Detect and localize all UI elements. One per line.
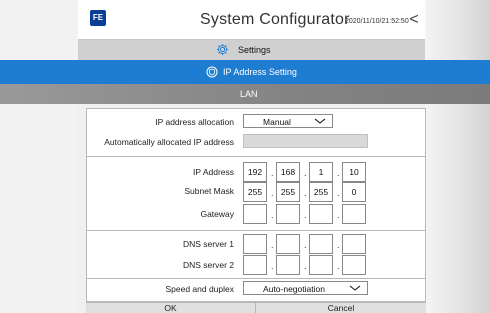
subnet-mask-octet-2[interactable]: 255 — [276, 182, 300, 202]
octet-separator: . — [337, 240, 340, 250]
dns1-octet-3[interactable] — [309, 234, 333, 254]
dns1-octet-1[interactable] — [243, 234, 267, 254]
app-title: System Configurator — [200, 11, 350, 28]
divider — [87, 156, 425, 157]
allocation-value: Manual — [263, 117, 291, 127]
ip-address-octet-3[interactable]: 1 — [309, 162, 333, 182]
subnet-mask-octet-1[interactable]: 255 — [243, 182, 267, 202]
subnet-mask-octet-4[interactable]: 0 — [342, 182, 366, 202]
octet-separator: . — [337, 261, 340, 271]
speed-duplex-select[interactable]: Auto-negotiation — [243, 281, 368, 295]
right-background — [425, 0, 490, 313]
dns1-label: DNS server 1 — [182, 239, 234, 249]
octet-separator: . — [337, 168, 340, 178]
octet-separator: . — [271, 168, 274, 178]
cancel-button[interactable]: Cancel — [256, 303, 426, 313]
octet-separator: . — [304, 261, 307, 271]
app-logo: FE — [90, 10, 106, 26]
subnet-mask-octet-3[interactable]: 255 — [309, 182, 333, 202]
auto-ip-field — [243, 134, 368, 148]
octet-separator: . — [337, 210, 340, 220]
dns2-octet-4[interactable] — [342, 255, 366, 275]
octet-separator: . — [304, 240, 307, 250]
settings-label: Settings — [238, 45, 271, 55]
settings-bar[interactable]: Settings — [78, 40, 425, 60]
settings-panel: IP address allocation Manual Automatical… — [86, 108, 426, 302]
dns2-octet-3[interactable] — [309, 255, 333, 275]
ip-address-label: IP Address — [193, 167, 234, 177]
gateway-octet-3[interactable] — [309, 204, 333, 224]
timestamp: 2020/11/10/21:52:50 — [345, 18, 409, 25]
ip-address-setting-bar: IP Address Setting — [0, 60, 490, 84]
divider — [87, 278, 425, 279]
allocation-label: IP address allocation — [155, 117, 234, 127]
gateway-octet-4[interactable] — [342, 204, 366, 224]
allocation-select[interactable]: Manual — [243, 114, 333, 128]
octet-separator: . — [304, 188, 307, 198]
dns1-octet-2[interactable] — [276, 234, 300, 254]
octet-separator: . — [337, 188, 340, 198]
speed-duplex-value: Auto-negotiation — [263, 284, 325, 294]
gear-icon — [217, 44, 228, 55]
octet-separator: . — [304, 210, 307, 220]
ok-button[interactable]: OK — [86, 303, 256, 313]
octet-separator: . — [271, 188, 274, 198]
octet-separator: . — [271, 210, 274, 220]
gateway-octet-1[interactable] — [243, 204, 267, 224]
app-header: FE System Configurator 2020/11/10/21:52:… — [78, 0, 425, 40]
octet-separator: . — [304, 168, 307, 178]
button-bar: OK Cancel — [86, 302, 426, 313]
dns2-label: DNS server 2 — [182, 260, 234, 270]
octet-separator: . — [271, 240, 274, 250]
dns2-octet-1[interactable] — [243, 255, 267, 275]
ip-address-octet-1[interactable]: 192 — [243, 162, 267, 182]
ip-address-octet-4[interactable]: 10 — [342, 162, 366, 182]
left-background — [0, 0, 78, 313]
auto-ip-label: Automatically allocated IP address — [104, 137, 234, 147]
chevron-down-icon — [314, 118, 326, 124]
back-button[interactable]: < — [407, 11, 421, 29]
divider — [87, 230, 425, 231]
lan-label: LAN — [240, 89, 258, 99]
octet-separator: . — [271, 261, 274, 271]
shield-icon — [206, 66, 218, 78]
ip-address-setting-label: IP Address Setting — [223, 67, 297, 77]
chevron-down-icon — [349, 285, 361, 291]
gateway-label: Gateway — [200, 209, 234, 219]
dns1-octet-4[interactable] — [342, 234, 366, 254]
subnet-mask-label: Subnet Mask — [184, 186, 234, 196]
dns2-octet-2[interactable] — [276, 255, 300, 275]
speed-duplex-label: Speed and duplex — [165, 284, 234, 294]
gateway-octet-2[interactable] — [276, 204, 300, 224]
lan-bar: LAN — [0, 84, 490, 104]
ip-address-octet-2[interactable]: 168 — [276, 162, 300, 182]
